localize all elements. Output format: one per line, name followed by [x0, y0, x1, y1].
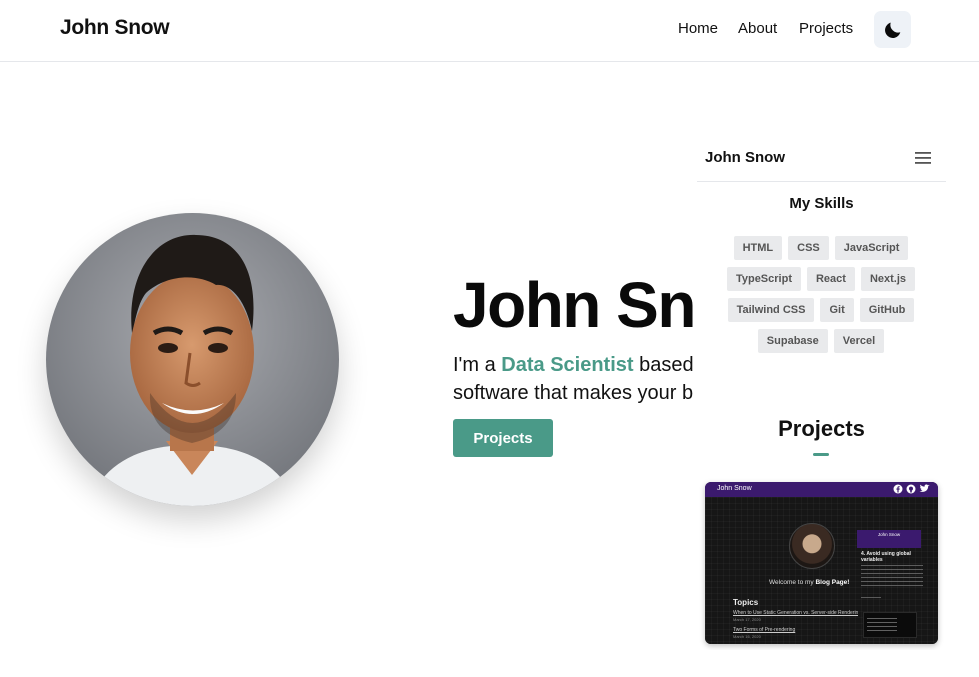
card-brand: John Snow — [717, 485, 752, 492]
skill-chip: CSS — [788, 236, 829, 260]
skill-chip: Supabase — [757, 329, 828, 353]
skill-chip: Next.js — [860, 267, 916, 291]
tagline-role: Data Scientist — [501, 354, 634, 376]
tagline-line2: software that makes your b — [453, 382, 694, 404]
card-code-block — [863, 612, 917, 638]
preview-brand[interactable]: John Snow — [705, 149, 785, 166]
card-topic-date: March 17, 2020 — [733, 617, 761, 622]
hero-name: John Snow — [453, 269, 697, 341]
top-navbar: John Snow Home About Projects — [0, 0, 979, 62]
profile-photo — [46, 213, 339, 506]
nav-link-projects[interactable]: Projects — [799, 20, 853, 37]
card-side-header: John Snow — [857, 530, 921, 548]
tagline-suffix: based — [633, 354, 694, 376]
card-avatar — [789, 523, 835, 569]
nav-link-home[interactable]: Home — [678, 20, 718, 37]
twitter-icon — [919, 484, 930, 492]
project-card[interactable]: John Snow Welcome to my Blog Page! Topic… — [705, 482, 938, 644]
skill-chip: TypeScript — [726, 267, 801, 291]
github-icon — [906, 484, 916, 494]
card-side-label — [861, 597, 881, 598]
projects-title: Projects — [778, 416, 865, 441]
hero-tagline: I'm a Data Scientist based software that… — [453, 351, 694, 407]
tagline-prefix: I'm a — [453, 354, 502, 376]
skill-chip: Git — [820, 298, 854, 322]
card-header: John Snow — [705, 482, 938, 497]
facebook-icon — [893, 484, 903, 494]
card-welcome: Welcome to my Blog Page! — [769, 579, 850, 586]
skills-title: My Skills — [789, 195, 854, 212]
nav-link-about[interactable]: About — [738, 20, 777, 37]
card-topic-link: Two Forms of Pre-rendering — [733, 627, 796, 633]
card-topic-link: When to Use Static Generation vs. Server… — [733, 610, 858, 616]
skill-chip: HTML — [733, 236, 783, 260]
projects-button[interactable]: Projects — [453, 419, 553, 457]
skill-chip: React — [806, 267, 855, 291]
mobile-preview-panel: John Snow My Skills HTML CSS JavaScript … — [697, 134, 946, 650]
card-side-paragraph — [861, 565, 923, 589]
card-social-icons — [893, 484, 930, 494]
theme-toggle-button[interactable] — [874, 11, 911, 48]
moon-icon — [884, 22, 900, 38]
card-side-brand: John Snow — [877, 532, 901, 537]
card-topics-title: Topics — [733, 598, 759, 607]
site-brand[interactable]: John Snow — [60, 16, 170, 40]
skills-list: HTML CSS JavaScript TypeScript React Nex… — [721, 236, 921, 353]
card-body: Welcome to my Blog Page! Topics When to … — [705, 497, 938, 644]
card-topic-date: March 16, 2020 — [733, 634, 761, 639]
skill-chip: Vercel — [833, 329, 885, 353]
preview-header: John Snow — [697, 134, 946, 182]
card-side-heading: 4. Avoid using global variables — [861, 551, 911, 563]
skill-chip: JavaScript — [834, 236, 909, 260]
skill-chip: Tailwind CSS — [727, 298, 815, 322]
skill-chip: GitHub — [859, 298, 915, 322]
hamburger-menu-icon[interactable] — [915, 152, 931, 164]
projects-title-underline — [813, 453, 829, 456]
